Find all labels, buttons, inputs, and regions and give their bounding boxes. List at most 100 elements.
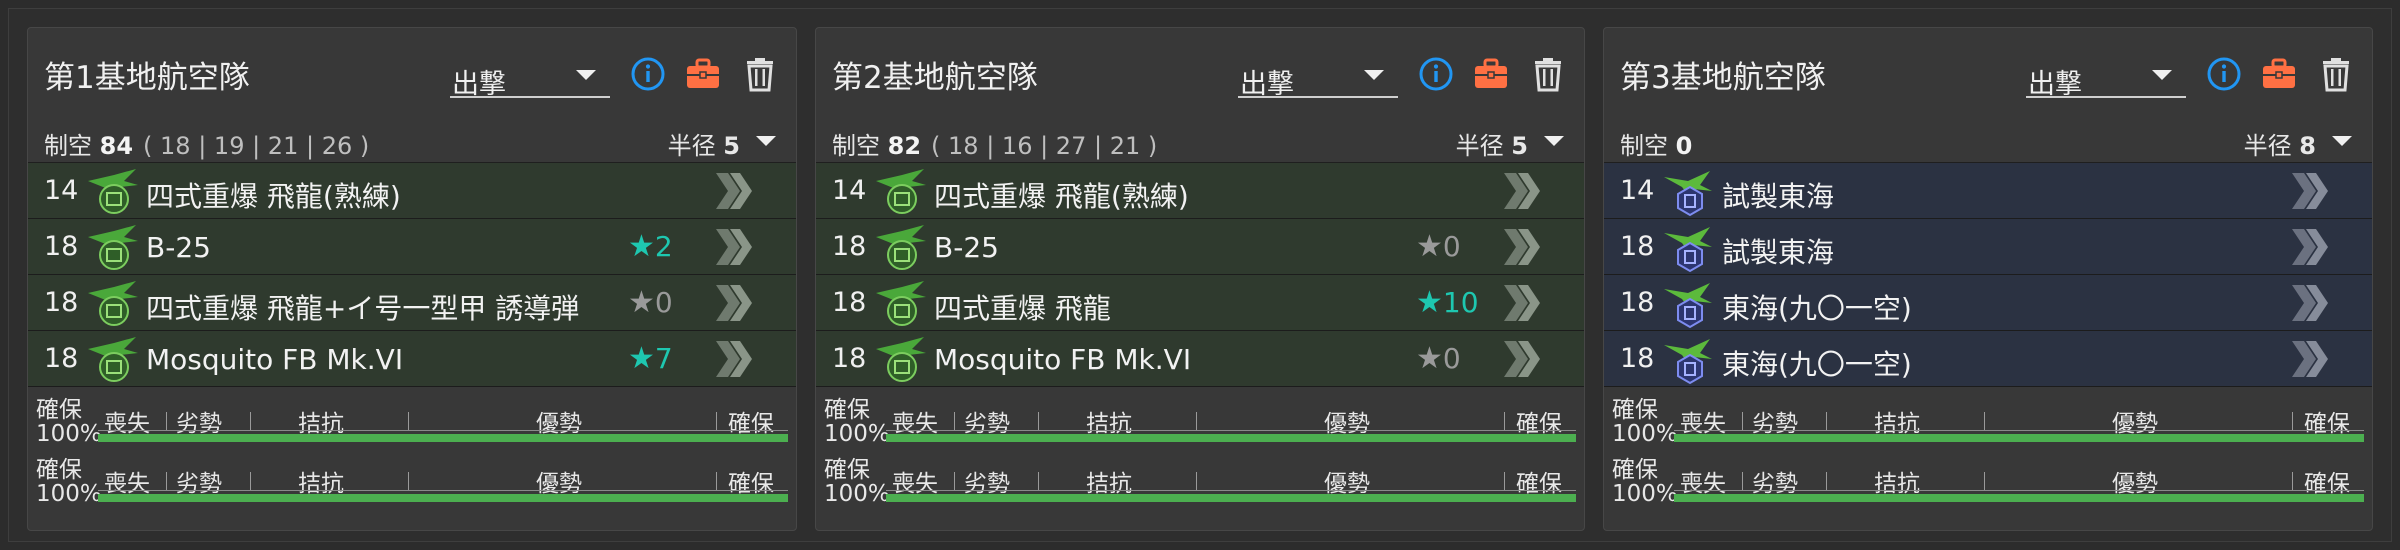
patrol-plane-icon bbox=[1660, 221, 1716, 273]
patrol-plane-icon bbox=[1660, 333, 1716, 385]
bar-divider bbox=[250, 412, 251, 430]
chevron-right-icon[interactable] bbox=[2286, 225, 2330, 269]
trash-icon[interactable] bbox=[1528, 54, 1568, 94]
bar-divider bbox=[2292, 472, 2293, 490]
bar-fill bbox=[886, 434, 1576, 442]
chevron-right-icon[interactable] bbox=[1498, 281, 1542, 325]
bar-fill bbox=[1674, 494, 2364, 502]
bar-left-top: 確保 bbox=[1612, 397, 1658, 423]
slot-count: 18 bbox=[44, 343, 79, 374]
bar-label-supremacy: 確保 bbox=[728, 411, 774, 437]
air-stats-row: 制空 82 ( 18 | 16 | 27 | 21 ) 半径 5 bbox=[816, 118, 1584, 160]
air-power-label: 制空 bbox=[1620, 132, 1668, 160]
bar-track: 喪失 劣勢 拮抗 優勢 確保 bbox=[98, 404, 788, 444]
trash-icon[interactable] bbox=[740, 54, 780, 94]
bar-divider bbox=[1742, 412, 1743, 430]
bar-divider bbox=[166, 412, 167, 430]
slot-row[interactable]: 14 四式重爆 飛龍(熟練) bbox=[28, 163, 796, 219]
bar-divider bbox=[954, 412, 955, 430]
bar-divider bbox=[166, 472, 167, 490]
bar-divider bbox=[250, 472, 251, 490]
bar-label-inferior: 劣勢 bbox=[964, 471, 1010, 497]
bar-fill bbox=[98, 434, 788, 442]
chevron-right-icon[interactable] bbox=[1498, 225, 1542, 269]
slot-row[interactable]: 18 東海(九〇一空) bbox=[1604, 275, 2372, 331]
toolbox-icon[interactable] bbox=[1471, 54, 1511, 94]
bar-divider bbox=[1504, 412, 1505, 430]
bar-label-parity: 拮抗 bbox=[1086, 471, 1132, 497]
air-state-bar: 確保 100% 喪失 劣勢 拮抗 優勢 確保 bbox=[816, 398, 1584, 456]
aircraft-name: 試製東海 bbox=[1722, 180, 1835, 213]
chevron-right-icon[interactable] bbox=[2286, 281, 2330, 325]
slot-row[interactable]: 14 四式重爆 飛龍(熟練) bbox=[816, 163, 1584, 219]
chevron-right-icon[interactable] bbox=[710, 281, 754, 325]
slot-row[interactable]: 14 試製東海 bbox=[1604, 163, 2372, 219]
chevron-right-icon[interactable] bbox=[1498, 169, 1542, 213]
slot-list: 14 四式重爆 飛龍(熟練) 18 B-25 ★0 18 四式重爆 飛龍 ★10 18 Mosqu… bbox=[816, 162, 1584, 387]
mode-select[interactable]: 出撃 bbox=[450, 52, 610, 100]
radius-display: 半径 8 bbox=[2244, 126, 2316, 161]
bar-left-top: 確保 bbox=[1612, 457, 1658, 483]
slot-row[interactable]: 18 試製東海 bbox=[1604, 219, 2372, 275]
info-icon[interactable] bbox=[1416, 54, 1456, 94]
bar-divider bbox=[408, 412, 409, 430]
bar-label-superior: 優勢 bbox=[2112, 471, 2158, 497]
aircraft-name: 東海(九〇一空) bbox=[1722, 348, 1912, 381]
app-root: 第1基地航空隊 出撃制空 84( 18 | 19 | 21 | 26 ) 半径 5 1… bbox=[8, 8, 2392, 542]
mode-select[interactable]: 出撃 bbox=[1238, 52, 1398, 100]
slot-count: 18 bbox=[832, 287, 867, 318]
bar-left-label: 確保 100% bbox=[1612, 458, 1678, 506]
slot-count: 18 bbox=[44, 231, 79, 262]
patrol-plane-icon bbox=[1660, 165, 1716, 217]
slot-row[interactable]: 18 四式重爆 飛龍+イ号一型甲 誘導弾 ★0 bbox=[28, 275, 796, 331]
toolbox-icon[interactable] bbox=[2259, 54, 2299, 94]
bar-label-superior: 優勢 bbox=[2112, 411, 2158, 437]
mode-select[interactable]: 出撃 bbox=[2026, 52, 2186, 100]
air-state-bar: 確保 100% 喪失 劣勢 拮抗 優勢 確保 bbox=[1604, 398, 2372, 456]
army-bomber-icon bbox=[84, 277, 140, 329]
chevron-right-icon[interactable] bbox=[2286, 169, 2330, 213]
air-corps-panel: 第1基地航空隊 出撃制空 84( 18 | 19 | 21 | 26 ) 半径 5 1… bbox=[27, 27, 797, 531]
bar-divider bbox=[1984, 412, 1985, 430]
mode-select-value: 出撃 bbox=[2028, 69, 2082, 100]
slot-row[interactable]: 18 B-25 ★2 bbox=[28, 219, 796, 275]
slot-list: 14 試製東海 18 試製東海 18 東海(九〇一空) 18 東海(九〇一空) bbox=[1604, 162, 2372, 387]
slot-count: 18 bbox=[1620, 231, 1655, 262]
panel-title: 第1基地航空隊 bbox=[44, 60, 250, 96]
air-power-value: 82 bbox=[887, 132, 922, 160]
chevron-right-icon[interactable] bbox=[710, 337, 754, 381]
chevron-right-icon[interactable] bbox=[710, 225, 754, 269]
air-power: 制空 84 ( 18 | 19 | 21 | 26 ) bbox=[44, 126, 369, 161]
toolbox-icon[interactable] bbox=[683, 54, 723, 94]
slot-row[interactable]: 18 四式重爆 飛龍 ★10 bbox=[816, 275, 1584, 331]
proficiency-value: 7 bbox=[654, 342, 673, 375]
army-bomber-icon bbox=[872, 165, 928, 217]
radius-value: 5 bbox=[723, 132, 740, 160]
proficiency-value: 2 bbox=[654, 230, 673, 263]
chevron-right-icon[interactable] bbox=[710, 169, 754, 213]
chevron-down-icon[interactable] bbox=[2332, 136, 2352, 146]
slot-row[interactable]: 18 東海(九〇一空) bbox=[1604, 331, 2372, 387]
slot-count: 14 bbox=[1620, 175, 1655, 206]
proficiency-level: ★0 bbox=[628, 285, 673, 320]
chevron-down-icon[interactable] bbox=[756, 136, 776, 146]
bar-left-label: 確保 100% bbox=[824, 458, 890, 506]
panel-header: 第3基地航空隊 出撃 bbox=[1604, 28, 2372, 108]
air-power-breakdown: ( 18 | 19 | 21 | 26 ) bbox=[143, 132, 370, 160]
bar-left-bottom: 100% bbox=[36, 481, 102, 507]
air-power-breakdown: ( 18 | 16 | 27 | 21 ) bbox=[931, 132, 1158, 160]
bar-label-superior: 優勢 bbox=[536, 411, 582, 437]
chevron-down-icon[interactable] bbox=[1544, 136, 1564, 146]
trash-icon[interactable] bbox=[2316, 54, 2356, 94]
chevron-right-icon[interactable] bbox=[2286, 337, 2330, 381]
slot-row[interactable]: 18 B-25 ★0 bbox=[816, 219, 1584, 275]
bar-divider bbox=[1196, 472, 1197, 490]
radius-label: 半径 bbox=[667, 132, 716, 160]
chevron-right-icon[interactable] bbox=[1498, 337, 1542, 381]
slot-row[interactable]: 18 Mosquito FB Mk.VI ★0 bbox=[816, 331, 1584, 387]
info-icon[interactable] bbox=[628, 54, 668, 94]
info-icon[interactable] bbox=[2204, 54, 2244, 94]
bar-divider bbox=[1196, 412, 1197, 430]
slot-row[interactable]: 18 Mosquito FB Mk.VI ★7 bbox=[28, 331, 796, 387]
slot-count: 18 bbox=[1620, 287, 1655, 318]
